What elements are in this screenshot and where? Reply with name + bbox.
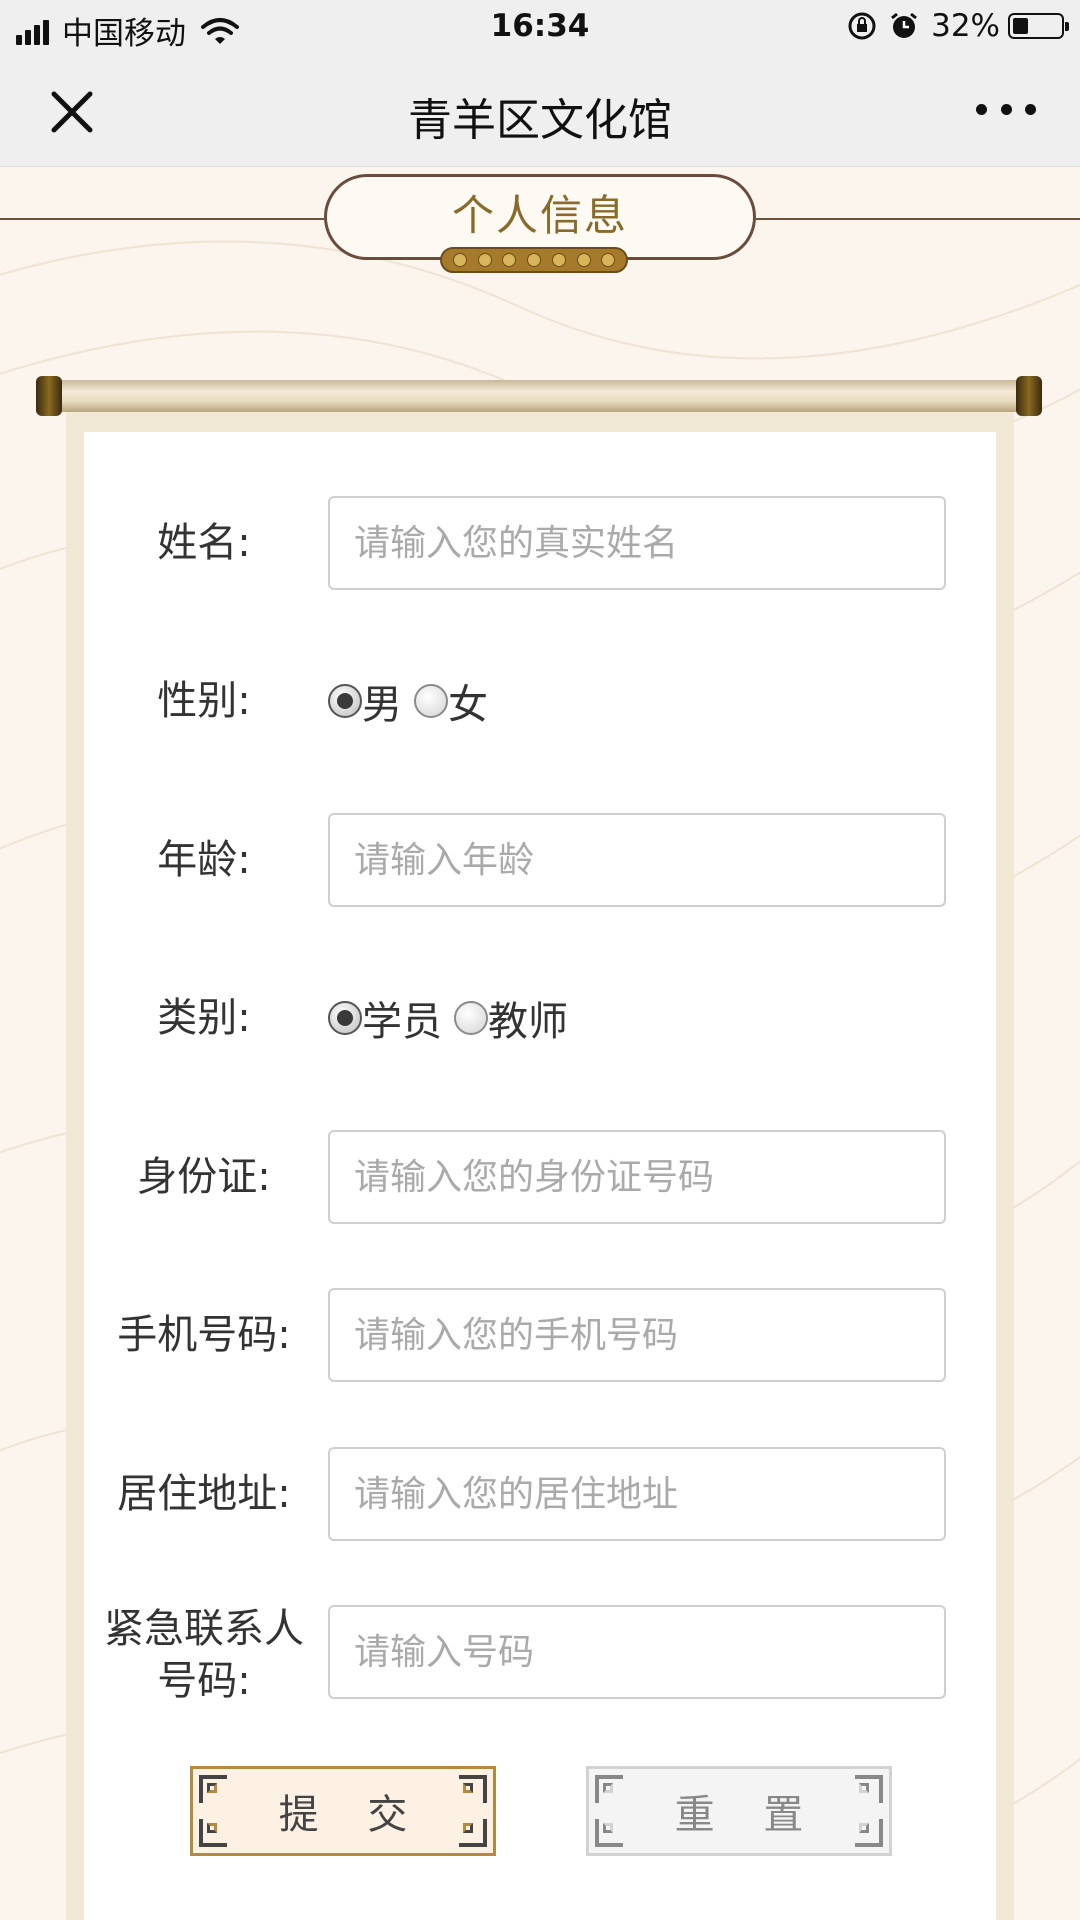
age-input[interactable] <box>328 813 946 907</box>
gender-option-male[interactable]: 男 <box>328 672 402 730</box>
status-bar: 中国移动 16:34 32% <box>0 0 1080 54</box>
gender-male-label: 男 <box>362 682 402 728</box>
page-title: 青羊区文化馆 <box>408 95 672 146</box>
submit-button-label: 提 交 <box>278 1792 426 1838</box>
rotation-lock-icon <box>848 12 876 40</box>
emergency-phone-input[interactable] <box>328 1605 946 1699</box>
id-card-label: 身份证: <box>137 1154 271 1200</box>
phone-input[interactable] <box>328 1288 946 1382</box>
gender-male-radio[interactable] <box>328 684 362 718</box>
corner-ornament-icon <box>199 1775 227 1803</box>
address-input[interactable] <box>328 1447 946 1541</box>
corner-ornament-icon <box>855 1819 883 1847</box>
form-row-category: 类别: 学员 教师 <box>84 971 996 1065</box>
category-student-label: 学员 <box>362 999 442 1045</box>
form-row-name: 姓名: <box>84 496 996 590</box>
battery-percent: 32% <box>931 8 1000 44</box>
category-teacher-radio[interactable] <box>454 1001 488 1035</box>
form-row-emergency: 紧急联系人 号码: <box>84 1605 996 1704</box>
submit-button[interactable]: 提 交 <box>190 1766 496 1856</box>
form-row-gender: 性别: 男 女 <box>84 654 996 748</box>
category-radio-group: 学员 教师 <box>328 971 580 1065</box>
more-menu-icon[interactable] <box>976 94 1036 124</box>
emergency-label: 紧急联系人 号码: <box>84 1595 324 1715</box>
form-row-address: 居住地址: <box>84 1447 996 1541</box>
category-student-radio[interactable] <box>328 1001 362 1035</box>
gender-female-label: 女 <box>448 682 488 728</box>
corner-ornament-icon <box>459 1819 487 1847</box>
corner-ornament-icon <box>459 1775 487 1803</box>
corner-ornament-icon <box>199 1819 227 1847</box>
age-label: 年龄: <box>157 837 251 883</box>
name-label: 姓名: <box>157 520 251 566</box>
nav-bar: 青羊区文化馆 <box>0 54 1080 167</box>
id-card-input[interactable] <box>328 1130 946 1224</box>
name-input[interactable] <box>328 496 946 590</box>
header-ornament <box>440 247 628 273</box>
corner-ornament-icon <box>855 1775 883 1803</box>
category-label: 类别: <box>157 995 251 1041</box>
category-option-student[interactable]: 学员 <box>328 989 442 1047</box>
form-row-age: 年龄: <box>84 813 996 907</box>
header-divider-left <box>0 218 324 220</box>
gender-label: 性别: <box>157 678 251 724</box>
scroll-rod-cap-left <box>36 376 62 416</box>
header-divider-right <box>756 218 1080 220</box>
category-option-teacher[interactable]: 教师 <box>454 989 568 1047</box>
category-teacher-label: 教师 <box>488 999 568 1045</box>
corner-ornament-icon <box>595 1775 623 1803</box>
scroll-rod-cap-right <box>1016 376 1042 416</box>
phone-label: 手机号码: <box>117 1312 291 1358</box>
address-label: 居住地址: <box>117 1471 291 1517</box>
corner-ornament-icon <box>595 1819 623 1847</box>
emergency-label-line1: 紧急联系人 <box>104 1606 304 1652</box>
scroll-rod <box>50 380 1030 412</box>
reset-button-label: 重 置 <box>674 1792 822 1838</box>
battery-icon <box>1008 13 1069 39</box>
form-row-id-card: 身份证: <box>84 1130 996 1224</box>
form-row-phone: 手机号码: <box>84 1288 996 1382</box>
gender-female-radio[interactable] <box>414 684 448 718</box>
gender-radio-group: 男 女 <box>328 654 500 748</box>
alarm-icon <box>891 12 918 38</box>
gender-option-female[interactable]: 女 <box>414 672 488 730</box>
emergency-label-line2: 号码: <box>157 1658 251 1704</box>
reset-button[interactable]: 重 置 <box>586 1766 892 1856</box>
